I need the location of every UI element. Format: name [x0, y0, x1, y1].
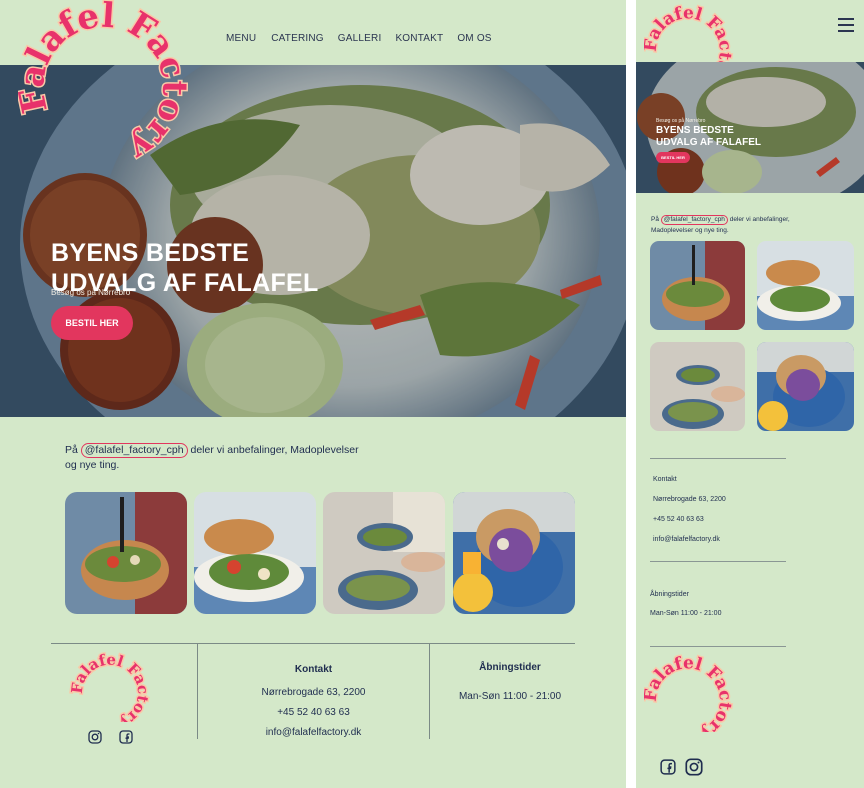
footer-logo[interactable]: Falafel Factory: [66, 649, 157, 734]
mobile-divider-3: [650, 646, 786, 647]
nav-item-catering[interactable]: CATERING: [271, 33, 324, 44]
mobile-instagram-icon[interactable]: [685, 758, 703, 781]
hero-title: BYENS BEDSTE UDVALG AF FALAFEL: [51, 238, 351, 298]
contact-title: Kontakt: [294, 664, 333, 675]
mobile-contact-phone[interactable]: +45 52 40 63 63: [653, 516, 704, 523]
mobile-footer-logo[interactable]: Falafel Factory: [639, 652, 744, 746]
svg-text:Falafel Factory: Falafel Factory: [68, 652, 153, 722]
hours-text: Man-Søn 11:00 - 21:00: [458, 691, 562, 702]
contact-address: Nørrebrogade 63, 2200: [261, 687, 366, 698]
mobile-hero-title: BYENS BEDSTE UDVALG AF FALAFEL: [656, 125, 796, 149]
order-button[interactable]: BESTIL HER: [51, 306, 133, 340]
hours-title: Åbningstider: [479, 662, 541, 673]
logo[interactable]: Falafel Factory: [10, 0, 196, 171]
nav-item-galleri[interactable]: GALLERI: [338, 33, 382, 44]
svg-text:Falafel Factory: Falafel Factory: [644, 653, 735, 732]
facebook-icon[interactable]: [119, 730, 133, 749]
mobile-contact-title: Kontakt: [653, 476, 677, 483]
gallery-photo-1[interactable]: [65, 492, 187, 614]
gallery-photo-4[interactable]: [453, 492, 575, 614]
mobile-intro-prefix: På: [651, 216, 659, 223]
intro-text: På @falafel_factory_cph deler vi anbefal…: [65, 443, 365, 473]
mobile-intro-text: På @falafel_factory_cph deler vi anbefal…: [651, 214, 791, 236]
instagram-handle-link[interactable]: @falafel_factory_cph: [80, 443, 188, 458]
nav-item-om-os[interactable]: OM OS: [457, 33, 491, 44]
mobile-hours-text: Man-Søn 11:00 - 21:00: [650, 610, 722, 617]
page-root: Falafel Factory MENU CATERING GALLERI KO…: [0, 0, 864, 788]
mobile-hours-title: Åbningstider: [650, 591, 689, 598]
mobile-view: Falafel Factory Besøg os på Nørrebro BYE…: [636, 0, 864, 788]
mobile-facebook-icon[interactable]: [660, 759, 676, 780]
mobile-hero-title-line-1: BYENS BEDSTE: [656, 125, 734, 136]
mobile-contact-email[interactable]: info@falafelfactory.dk: [653, 536, 720, 543]
mobile-hero-subtitle: Besøg os på Nørrebro: [656, 118, 706, 124]
hero-title-line-1: BYENS BEDSTE: [51, 239, 250, 267]
panel-gap: [626, 0, 636, 788]
mobile-gallery-photo-1[interactable]: [650, 241, 745, 330]
mobile-gallery-photo-4[interactable]: [757, 342, 854, 431]
hero-title-line-2: UDVALG AF FALAFEL: [51, 269, 319, 297]
mobile-contact-address: Nørrebrogade 63, 2200: [653, 496, 726, 503]
nav-item-menu[interactable]: MENU: [226, 33, 256, 44]
contact-email[interactable]: info@falafelfactory.dk: [198, 727, 429, 738]
mobile-hero-title-line-2: UDVALG AF FALAFEL: [656, 137, 761, 148]
nav-item-kontakt[interactable]: KONTAKT: [395, 33, 443, 44]
mobile-gallery-photo-3[interactable]: [650, 342, 745, 431]
mobile-divider-2: [650, 561, 786, 562]
mobile-instagram-handle-link[interactable]: @falafel_factory_cph: [660, 215, 728, 225]
svg-text:Falafel Factory: Falafel Factory: [18, 0, 188, 160]
intro-prefix: På: [65, 444, 78, 456]
footer-divider: [51, 643, 575, 644]
hamburger-menu-icon[interactable]: [838, 18, 854, 32]
mobile-divider-1: [650, 458, 786, 459]
main-nav: MENU CATERING GALLERI KONTAKT OM OS: [226, 33, 506, 44]
desktop-view: Falafel Factory MENU CATERING GALLERI KO…: [0, 0, 626, 788]
contact-phone[interactable]: +45 52 40 63 63: [198, 707, 429, 718]
gallery-photo-2[interactable]: [194, 492, 316, 614]
mobile-gallery-photo-2[interactable]: [757, 241, 854, 330]
mobile-order-button[interactable]: BESTIL HER: [656, 152, 690, 163]
gallery-photo-3[interactable]: [323, 492, 445, 614]
instagram-icon[interactable]: [88, 730, 102, 749]
